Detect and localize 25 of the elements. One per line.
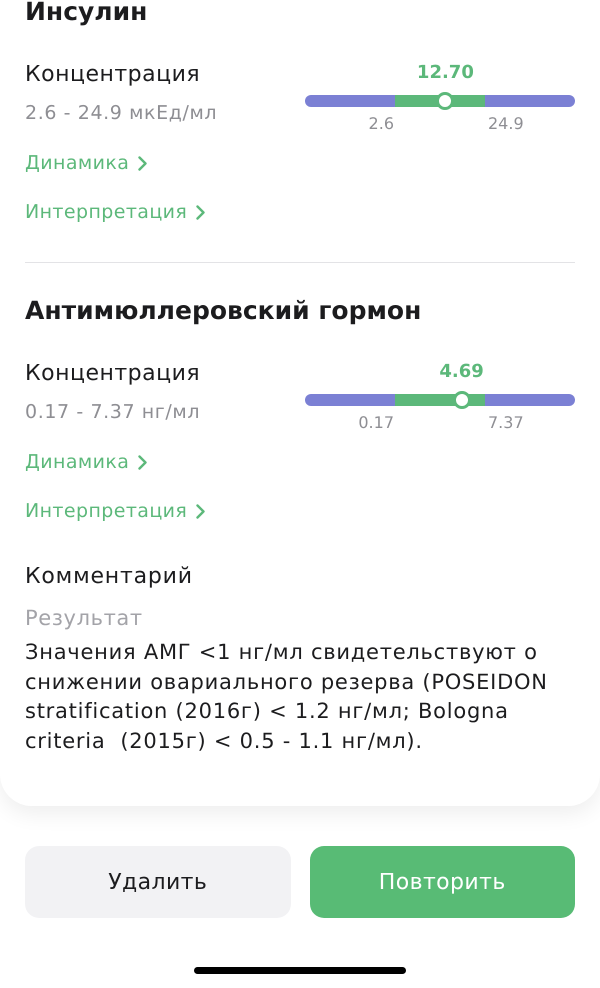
slider-value: 4.69 — [439, 360, 484, 384]
range-low-label: 0.17 — [358, 413, 395, 433]
comment-text: Значения АМГ <1 нг/мл свидетельствуют о снижении овариального резерва (POSEIDON stratification (2016г) < 1.2 нг/мл; Bologna criteria (2015г) < 0.5 - 1.1 нг/мл). — [25, 639, 549, 754]
metric-label: Концентрация — [25, 61, 202, 89]
chevron-right-icon — [196, 204, 206, 220]
section-title: Инсулин — [25, 0, 148, 27]
reference-range: 2.6 - 24.9 мкЕд/мл — [25, 101, 218, 126]
chevron-right-icon — [138, 454, 148, 470]
reference-range: 0.17 - 7.37 нг/мл — [25, 400, 200, 425]
section-title: Антимюллеровский гормон — [25, 296, 422, 326]
delete-button[interactable]: Удалить — [25, 846, 290, 918]
comment-heading: Комментарий — [25, 563, 194, 591]
detail-link[interactable]: Динамика — [25, 449, 148, 475]
slider-value: 12.70 — [416, 61, 474, 85]
comment-subheading: Результат — [25, 605, 144, 631]
chevron-right-icon — [196, 504, 206, 518]
detail-link[interactable]: Интерпретация — [25, 199, 206, 225]
metric-label: Концентрация — [25, 360, 200, 388]
detail-link[interactable]: Интерпретация — [25, 498, 206, 524]
range-low-label: 2.6 — [368, 114, 395, 134]
repeat-button[interactable]: Повторить — [310, 846, 575, 918]
detail-link[interactable]: Динамика — [25, 150, 148, 176]
chevron-right-icon — [138, 156, 148, 170]
range-high-label: 24.9 — [487, 114, 524, 134]
range-high-label: 7.37 — [487, 413, 524, 433]
